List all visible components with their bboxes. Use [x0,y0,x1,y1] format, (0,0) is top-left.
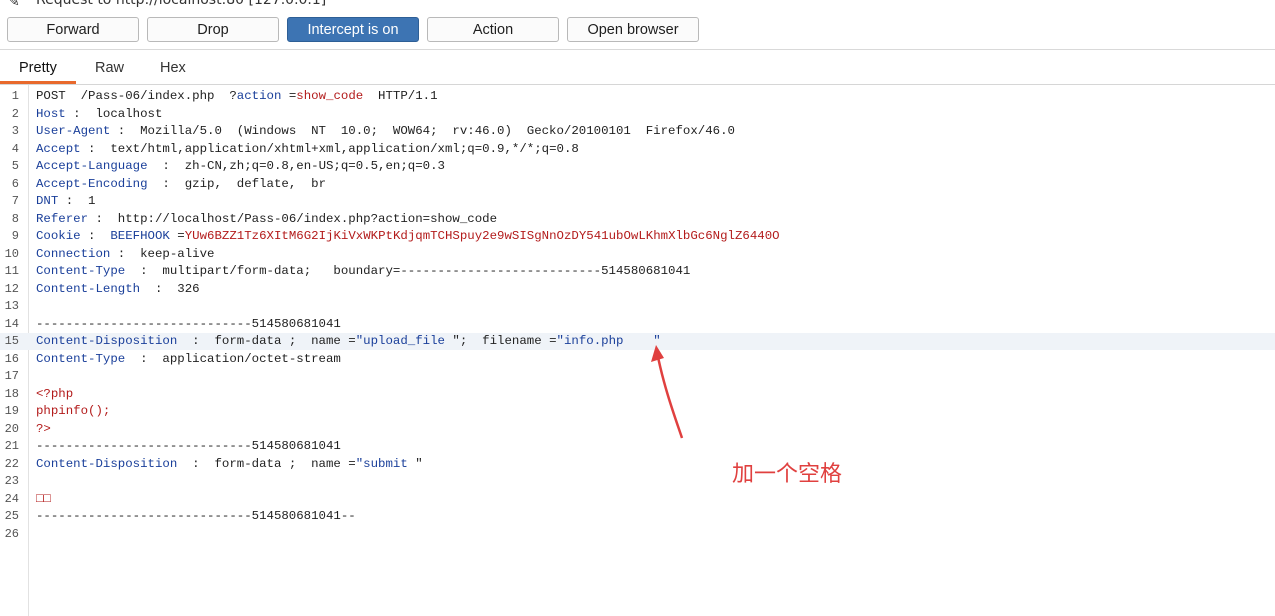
annotation-arrow-head [651,345,664,362]
annotation-arrow-shaft [655,351,684,439]
annotation-label: 加一个空格 [732,462,843,487]
annotation-arrow [651,345,684,439]
